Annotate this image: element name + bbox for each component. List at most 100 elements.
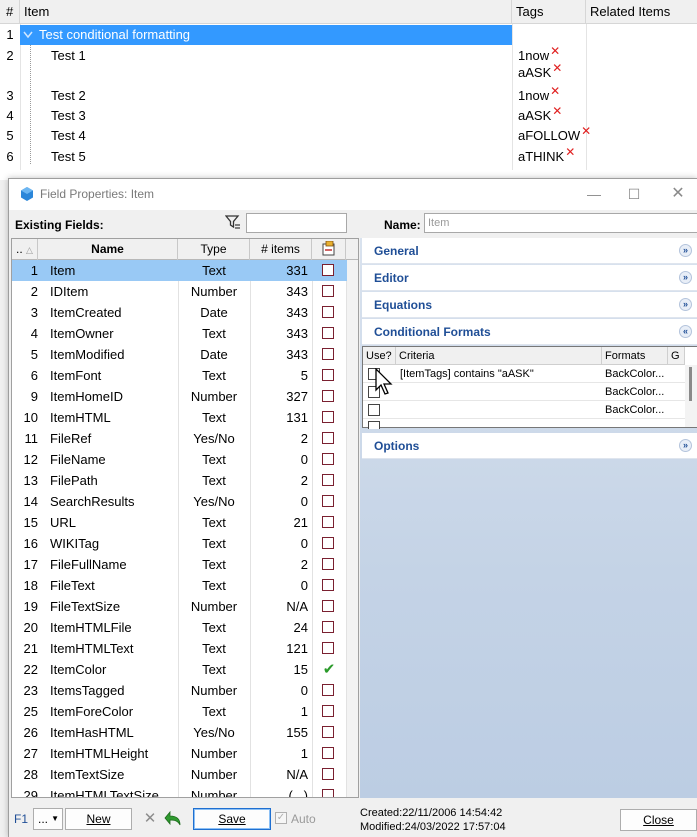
section-options[interactable]: Options»	[362, 433, 697, 459]
table-row[interactable]: 15 URL Text 21	[12, 512, 358, 533]
formats-cell[interactable]: BackColor...	[605, 383, 664, 401]
table-row[interactable]: 2 Test 1 1now✕ aASK✕	[0, 44, 697, 86]
table-row[interactable]: 9 ItemHomeID Number 327	[12, 386, 358, 407]
chevron-down-icon[interactable]	[23, 31, 33, 39]
table-row[interactable]: 27 ItemHTMLHeight Number 1	[12, 743, 358, 764]
close-icon[interactable]: ✕	[565, 145, 575, 159]
table-row[interactable]: 18 FileText Text 0	[12, 575, 358, 596]
close-icon[interactable]: ✕	[552, 61, 562, 75]
table-row[interactable]: 23 ItemsTagged Number 0	[12, 680, 358, 701]
item-title[interactable]: Test 2	[51, 86, 86, 106]
criteria-cell[interactable]: [ItemTags] contains "aASK"	[400, 365, 534, 383]
checkmark-icon[interactable]: ✔	[320, 659, 338, 680]
help-link[interactable]: F1	[14, 812, 28, 826]
table-row[interactable]: 11 FileRef Yes/No 2	[12, 428, 358, 449]
table-row[interactable]: 29 ItemHTMLTextSize Number (...)	[12, 785, 358, 797]
table-row[interactable]: 2 IDItem Number 343	[12, 281, 358, 302]
field-checkbox[interactable]	[322, 768, 334, 780]
field-checkbox[interactable]	[322, 348, 334, 360]
item-title[interactable]: Test 3	[51, 106, 86, 126]
field-checkbox[interactable]	[322, 432, 334, 444]
field-checkbox[interactable]	[322, 474, 334, 486]
chevron-down-icon[interactable]: »	[679, 244, 692, 257]
item-title[interactable]: Test 1	[51, 46, 86, 66]
tag-chip[interactable]: aASK✕	[518, 104, 562, 123]
section-equations[interactable]: Equations»	[362, 292, 697, 318]
auto-checkbox[interactable]: ✓	[275, 812, 287, 824]
table-row[interactable]: 4 Test 3 aASK✕	[0, 104, 697, 126]
table-row[interactable]: BackColor...	[363, 383, 685, 401]
field-checkbox[interactable]	[322, 684, 334, 696]
table-row[interactable]: [ItemTags] contains "aASK" BackColor...	[363, 365, 685, 383]
table-row[interactable]: 28 ItemTextSize Number N/A	[12, 764, 358, 785]
table-row[interactable]: 22 ItemColor Text 15 ✔	[12, 659, 358, 680]
field-checkbox[interactable]	[322, 327, 334, 339]
title-bar[interactable]: Field Properties: Item — ☐ ✕	[9, 179, 697, 210]
close-icon[interactable]: ✕	[550, 84, 560, 98]
table-row[interactable]: 16 WIKITag Text 0	[12, 533, 358, 554]
undo-icon[interactable]	[164, 810, 184, 828]
table-row[interactable]: 6 Test 5 aTHINK✕	[0, 145, 697, 167]
field-checkbox[interactable]	[322, 264, 334, 276]
delete-icon[interactable]: ✕	[141, 808, 159, 830]
section-conditional-formats[interactable]: Conditional Formats «	[362, 319, 697, 345]
tag-chip[interactable]: aTHINK✕	[518, 145, 575, 164]
minimize-icon[interactable]: —	[574, 183, 614, 205]
table-row[interactable]: 3 Test 2 1now✕	[0, 84, 697, 106]
table-row[interactable]: 17 FileFullName Text 2	[12, 554, 358, 575]
chevron-down-icon[interactable]: »	[679, 298, 692, 311]
field-checkbox[interactable]	[322, 411, 334, 423]
field-checkbox[interactable]	[322, 600, 334, 612]
field-checkbox[interactable]	[322, 495, 334, 507]
column-header-type[interactable]: Type	[178, 239, 250, 260]
table-row[interactable]: 1 Item Text 331	[12, 260, 358, 281]
use-checkbox[interactable]	[368, 421, 380, 429]
save-button[interactable]: Save	[193, 808, 271, 830]
field-checkbox[interactable]	[322, 705, 334, 717]
column-header-sort[interactable]: .. △	[12, 239, 38, 260]
close-icon[interactable]: ✕	[581, 124, 591, 138]
field-checkbox[interactable]	[322, 579, 334, 591]
formats-cell[interactable]: BackColor...	[605, 401, 664, 419]
column-header-items[interactable]: # items	[250, 239, 312, 260]
column-header-formats[interactable]: Formats	[602, 347, 668, 365]
table-row[interactable]: 10 ItemHTML Text 131	[12, 407, 358, 428]
filter-input[interactable]	[246, 213, 347, 233]
field-checkbox[interactable]	[322, 369, 334, 381]
more-button[interactable]: ... ▼	[33, 808, 63, 830]
field-checkbox[interactable]	[322, 453, 334, 465]
table-row[interactable]: 25 ItemForeColor Text 1	[12, 701, 358, 722]
formats-cell[interactable]: BackColor...	[605, 365, 664, 383]
table-row[interactable]: 4 ItemOwner Text 343	[12, 323, 358, 344]
table-row[interactable]: BackColor...	[363, 401, 685, 419]
table-row[interactable]: 1 Test conditional formatting	[0, 25, 697, 45]
close-icon[interactable]: ✕	[658, 183, 697, 205]
chevron-up-icon[interactable]: «	[679, 325, 692, 338]
table-row[interactable]: 13 FilePath Text 2	[12, 470, 358, 491]
tag-chip[interactable]: 1now✕	[518, 84, 560, 103]
table-row[interactable]: 6 ItemFont Text 5	[12, 365, 358, 386]
table-row[interactable]: 20 ItemHTMLFile Text 24	[12, 617, 358, 638]
section-general[interactable]: General»	[362, 238, 697, 264]
table-row[interactable]: 26 ItemHasHTML Yes/No 155	[12, 722, 358, 743]
column-header-flag[interactable]	[312, 239, 346, 260]
item-title[interactable]: Test 4	[51, 126, 86, 146]
column-header-g[interactable]: G	[668, 347, 685, 365]
field-checkbox[interactable]	[322, 789, 334, 797]
field-checkbox[interactable]	[322, 726, 334, 738]
table-row[interactable]: 12 FileName Text 0	[12, 449, 358, 470]
table-row[interactable]: 5 Test 4 aFOLLOW✕	[0, 124, 697, 146]
column-header-tags[interactable]: Tags	[512, 0, 586, 24]
close-icon[interactable]: ✕	[550, 44, 560, 58]
close-button[interactable]: Close	[620, 809, 697, 831]
scrollbar-thumb[interactable]	[689, 367, 692, 401]
column-header-related-items[interactable]: Related Items	[586, 0, 697, 24]
table-row[interactable]: 3 ItemCreated Date 343	[12, 302, 358, 323]
scrollbar[interactable]	[685, 365, 697, 427]
chevron-down-icon[interactable]: »	[679, 271, 692, 284]
scrollbar[interactable]	[347, 260, 358, 797]
chevron-down-icon[interactable]: »	[679, 439, 692, 452]
field-checkbox[interactable]	[322, 285, 334, 297]
tag-chip[interactable]: aASK✕	[518, 61, 562, 80]
column-header-item[interactable]: Item	[20, 0, 512, 24]
